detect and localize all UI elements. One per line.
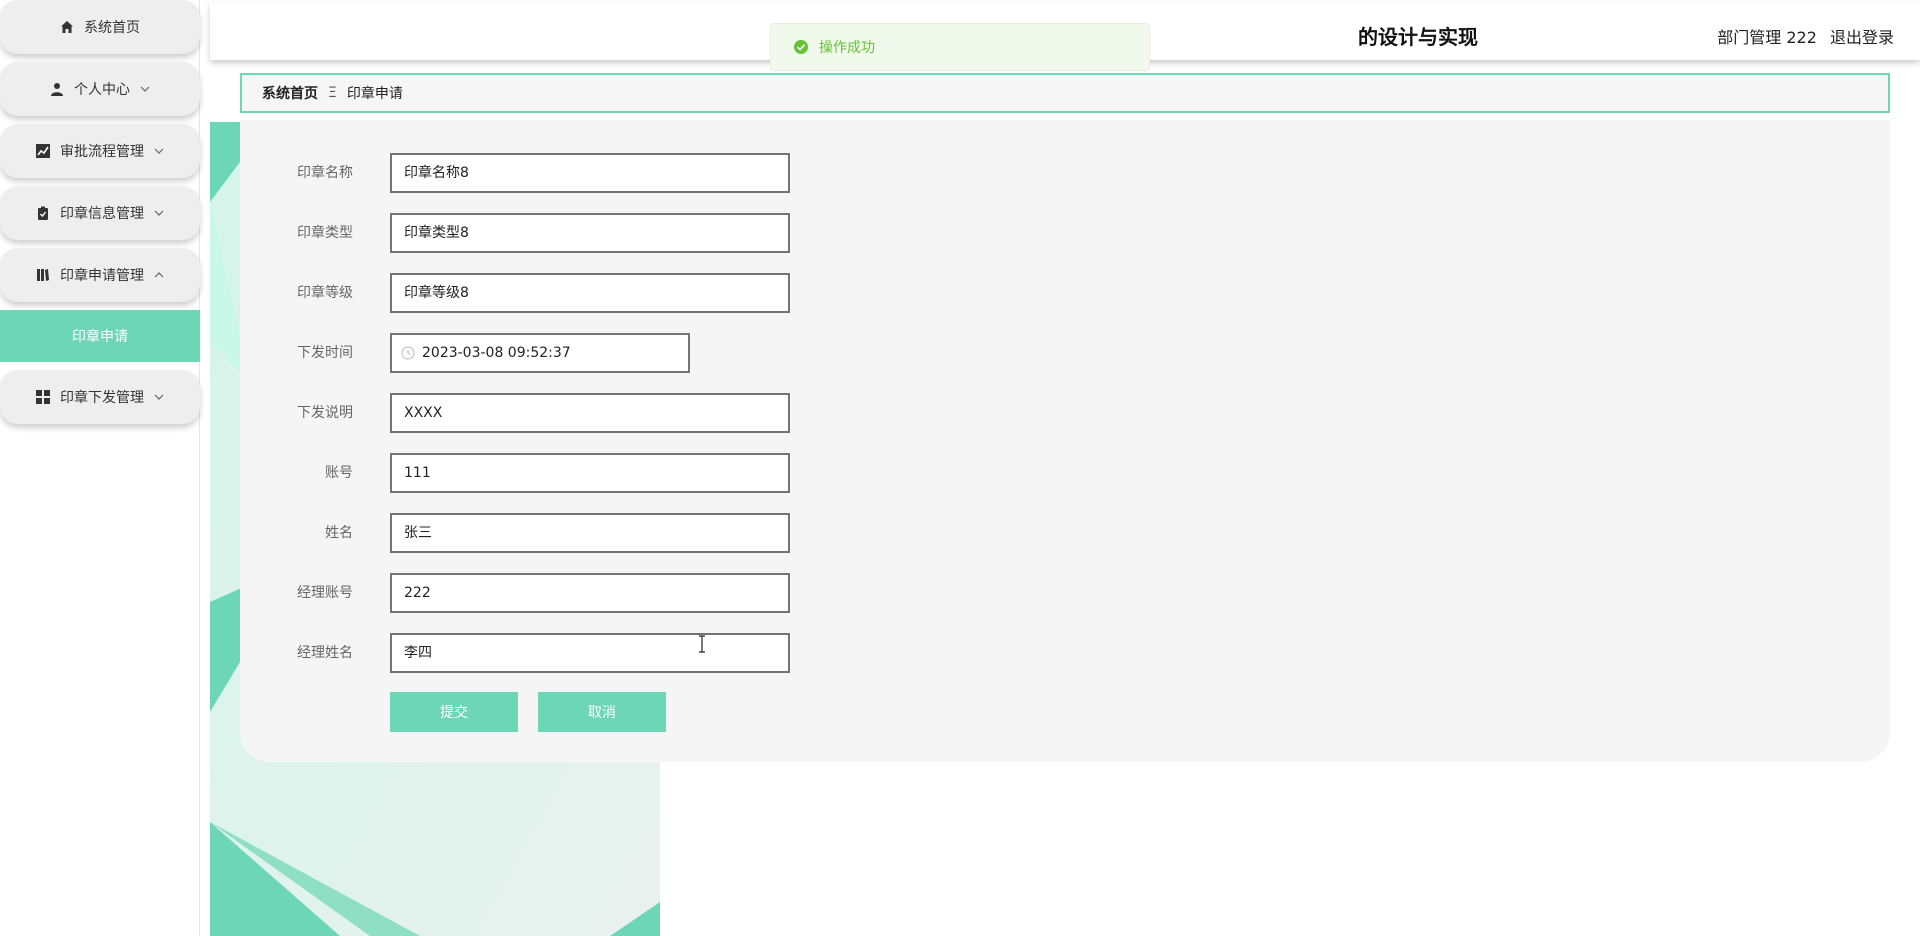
- chevron-down-icon: [154, 392, 164, 402]
- form-row-issue-time: 下发时间 2023-03-08 09:52:37: [240, 333, 1040, 373]
- seal-apply-form: 印章名称 印章名称8 印章类型 印章类型8 印章等级 印章等级8 下发时间 20…: [240, 120, 1890, 762]
- logout-link[interactable]: 退出登录: [1830, 28, 1894, 47]
- field-label: 经理姓名: [297, 645, 353, 661]
- account-field[interactable]: 111: [390, 453, 790, 493]
- breadcrumb-home[interactable]: 系统首页: [262, 83, 318, 103]
- issue-desc-field[interactable]: XXXX: [390, 393, 790, 433]
- form-row-seal-type: 印章类型 印章类型8: [240, 213, 1040, 253]
- sidebar-item-label: 印章信息管理: [60, 206, 144, 222]
- sidebar-item-label: 印章申请管理: [60, 268, 144, 284]
- field-label: 账号: [325, 465, 353, 481]
- chevron-down-icon: [154, 208, 164, 218]
- chevron-down-icon: [140, 84, 150, 94]
- breadcrumb-current: 印章申请: [346, 86, 403, 102]
- form-row-manager-name: 经理姓名 李四: [240, 633, 1040, 673]
- user-label: 部门管理 222: [1717, 28, 1817, 47]
- seal-level-field[interactable]: 印章等级8: [390, 273, 790, 313]
- seal-type-field[interactable]: 印章类型8: [390, 213, 790, 253]
- field-label: 姓名: [325, 525, 353, 541]
- user-icon: [50, 82, 64, 96]
- sidebar-item-label: 系统首页: [84, 20, 140, 36]
- clock-icon: [401, 345, 415, 360]
- book-icon: [36, 268, 50, 282]
- toast-message: 操作成功: [819, 40, 875, 56]
- sidebar-item-home[interactable]: 系统首页: [0, 0, 200, 54]
- field-label: 下发时间: [297, 345, 353, 361]
- sidebar-item-seal-apply[interactable]: 印章申请管理: [0, 248, 200, 302]
- submit-button[interactable]: 提交: [390, 692, 518, 732]
- field-label: 经理账号: [297, 585, 353, 601]
- check-circle-icon: [793, 39, 809, 55]
- form-row-name: 姓名 张三: [240, 513, 1040, 553]
- sidebar-item-label: 审批流程管理: [60, 144, 144, 160]
- name-field[interactable]: 张三: [390, 513, 790, 553]
- success-toast: 操作成功: [770, 23, 1150, 71]
- sidebar-item-seal-issue[interactable]: 印章下发管理: [0, 370, 200, 424]
- sidebar-item-label: 印章下发管理: [60, 390, 144, 406]
- sidebar-item-label: 个人中心: [74, 82, 130, 98]
- field-label: 下发说明: [297, 405, 353, 421]
- chevron-down-icon: [154, 146, 164, 156]
- issue-time-datepicker[interactable]: 2023-03-08 09:52:37: [390, 333, 690, 373]
- manager-account-field[interactable]: 222: [390, 573, 790, 613]
- chevron-up-icon: [154, 270, 164, 280]
- form-row-manager-account: 经理账号 222: [240, 573, 1040, 613]
- form-row-issue-desc: 下发说明 XXXX: [240, 393, 1040, 433]
- field-label: 印章名称: [297, 165, 353, 181]
- app-title: 的设计与实现: [1358, 25, 1478, 49]
- form-row-seal-name: 印章名称 印章名称8: [240, 153, 1040, 193]
- sidebar-item-profile[interactable]: 个人中心: [0, 62, 200, 116]
- cancel-button[interactable]: 取消: [538, 692, 666, 732]
- breadcrumb-separator: Ξ: [328, 85, 337, 101]
- sidebar-item-seal-info[interactable]: 印章信息管理: [0, 186, 200, 240]
- form-row-seal-level: 印章等级 印章等级8: [240, 273, 1040, 313]
- text-cursor-icon: [698, 635, 706, 653]
- user-area: 部门管理 222 退出登录: [1717, 24, 1894, 48]
- field-label: 印章等级: [297, 285, 353, 301]
- form-row-account: 账号 111: [240, 453, 1040, 493]
- breadcrumb: 系统首页 Ξ 印章申请: [240, 73, 1890, 113]
- field-label: 印章类型: [297, 225, 353, 241]
- clipboard-icon: [36, 206, 50, 220]
- sidebar-subitem-seal-apply[interactable]: 印章申请: [0, 310, 200, 362]
- chart-icon: [36, 144, 50, 158]
- sidebar-item-approval[interactable]: 审批流程管理: [0, 124, 200, 178]
- grid-icon: [36, 390, 50, 404]
- sidebar: 系统首页 个人中心 审批流程管理 印章信息管理 印章申请管理 印章申请 印章下发…: [0, 0, 200, 936]
- seal-name-field[interactable]: 印章名称8: [390, 153, 790, 193]
- manager-name-field[interactable]: 李四: [390, 633, 790, 673]
- home-icon: [60, 20, 74, 34]
